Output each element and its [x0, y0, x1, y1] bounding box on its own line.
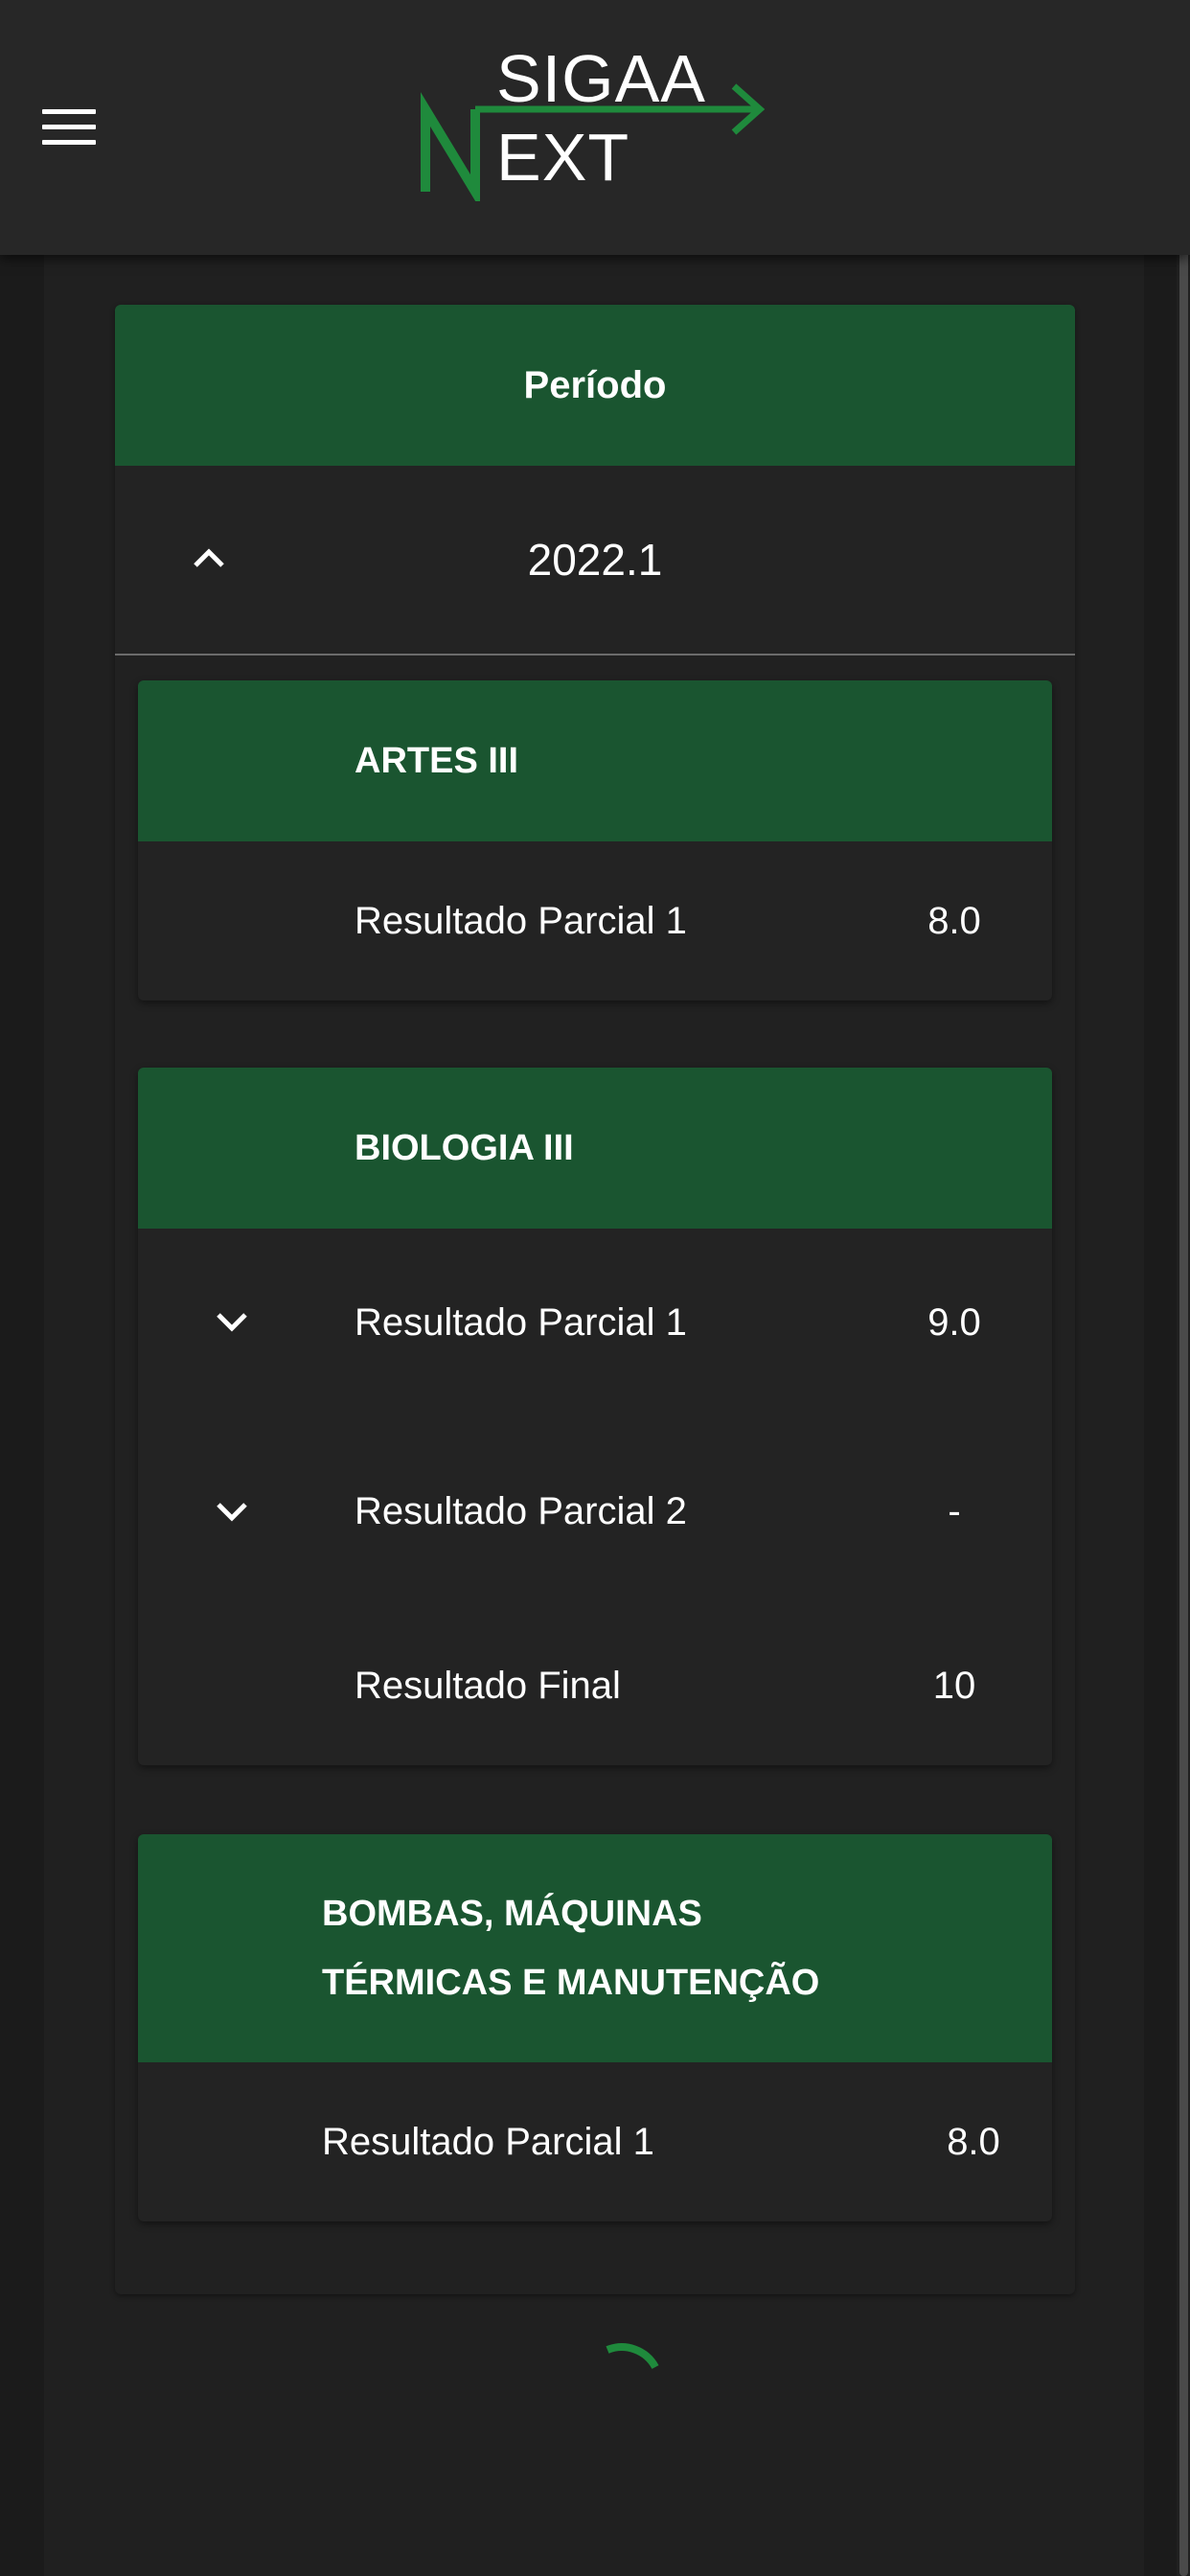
period-selector[interactable]: 2022.1 — [115, 466, 1075, 656]
subject-header: BIOLOGIA III — [138, 1068, 1052, 1229]
app-logo: SIGAA EXT — [418, 38, 772, 201]
grade-label: Resultado Parcial 1 — [355, 1300, 687, 1344]
period-card: Período 2022.1 ARTES III Resultado Parci… — [115, 305, 1075, 2294]
grade-value: 8.0 — [947, 2120, 1000, 2163]
grade-label: Resultado Parcial 1 — [355, 899, 687, 942]
grade-label: Resultado Parcial 2 — [355, 1489, 687, 1532]
grade-value: 9.0 — [927, 1300, 981, 1344]
loading-spinner-icon — [606, 2343, 659, 2370]
menu-icon-line — [42, 108, 96, 114]
grade-row: Resultado Parcial 1 8.0 — [138, 2062, 1052, 2221]
scrollbar[interactable] — [1177, 0, 1190, 2576]
period-title: Período — [523, 363, 667, 406]
grade-value: - — [948, 1489, 961, 1532]
app-root: SIGAA EXT Período 2022.1 ARTES III Resul… — [0, 0, 1190, 2576]
grade-row: Resultado Parcial 1 8.0 — [138, 841, 1052, 1000]
app-bar: SIGAA EXT — [0, 0, 1190, 255]
period-header: Período — [115, 305, 1075, 466]
subject-name-line2: TÉRMICAS E MANUTENÇÃO — [322, 1963, 820, 2003]
grade-row: Resultado Final 10 — [138, 1606, 1052, 1765]
grade-label: Resultado Parcial 1 — [322, 2120, 654, 2163]
menu-button[interactable] — [29, 96, 109, 157]
subject-name-line1: BOMBAS, MÁQUINAS — [322, 1894, 702, 1934]
logo-text-sigaa: SIGAA — [496, 41, 706, 116]
grade-value: 10 — [932, 1664, 976, 1707]
grade-row[interactable]: Resultado Parcial 1 9.0 — [138, 1229, 1052, 1416]
content-area[interactable]: Período 2022.1 ARTES III Resultado Parci… — [44, 255, 1144, 2576]
subject-card-artes: ARTES III Resultado Parcial 1 8.0 — [138, 680, 1052, 1000]
subject-card-bombas: BOMBAS, MÁQUINAS TÉRMICAS E MANUTENÇÃO R… — [138, 1834, 1052, 2221]
subject-card-biologia: BIOLOGIA III Resultado Parcial 1 9.0 Res… — [138, 1068, 1052, 1765]
grade-value: 8.0 — [927, 899, 981, 942]
chevron-up-icon[interactable] — [192, 546, 226, 569]
subject-header: ARTES III — [138, 680, 1052, 841]
subject-name: BIOLOGIA III — [355, 1127, 574, 1168]
menu-icon-line — [42, 139, 96, 145]
subject-header: BOMBAS, MÁQUINAS TÉRMICAS E MANUTENÇÃO — [138, 1834, 1052, 2062]
grade-label: Resultado Final — [355, 1664, 621, 1707]
logo-text-ext: EXT — [496, 120, 630, 195]
period-value: 2022.1 — [527, 535, 663, 585]
chevron-down-icon[interactable] — [215, 1501, 249, 1524]
chevron-down-icon[interactable] — [215, 1311, 249, 1334]
scrollbar-thumb[interactable] — [1179, 0, 1188, 2576]
subject-name: ARTES III — [355, 740, 519, 781]
menu-icon-line — [42, 124, 96, 129]
grade-row[interactable]: Resultado Parcial 2 - — [138, 1416, 1052, 1606]
